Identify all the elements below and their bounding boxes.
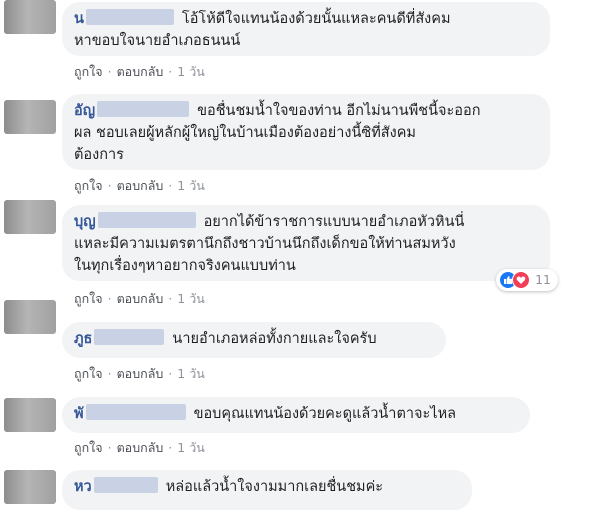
- redacted-name: [93, 477, 158, 493]
- comment-text-line: โอ้โห้ดีใจแทนน้องด้วยนั้นแหละคนดีที่สังค…: [181, 11, 451, 27]
- redacted-name: [97, 101, 190, 117]
- commenter-name[interactable]: บุญ: [74, 214, 96, 230]
- comment-text-line: ขอชื่นชมน้ำใจของท่าน อีกไม่นานพืชนี้จะออ…: [197, 103, 481, 119]
- comment-bubble: บุญ อยากได้ข้าราชการแบบนายอำเภอหัวหินนี่ …: [62, 205, 558, 291]
- comment-bubble: ภูธ นายอำเภอหล่อทั้งกายและใจครับ: [62, 322, 446, 358]
- commenter-name[interactable]: น: [74, 11, 84, 27]
- reply-link[interactable]: ตอบกลับ: [117, 178, 164, 193]
- timestamp[interactable]: 1 วัน: [177, 64, 205, 79]
- comment-text-line: ในทุกเรื่องๆหาอยากจริงคนแบบท่าน: [74, 258, 296, 274]
- separator: ·: [107, 178, 112, 193]
- reply-link[interactable]: ตอบกลับ: [117, 440, 164, 455]
- commenter-name[interactable]: ภูธ: [74, 331, 92, 347]
- like-link[interactable]: ถูกใจ: [74, 440, 103, 455]
- timestamp[interactable]: 1 วัน: [177, 291, 205, 306]
- redacted-name: [97, 212, 196, 228]
- reaction-count: 11: [535, 272, 551, 287]
- commenter-name[interactable]: อัญ: [74, 103, 95, 119]
- commenter-name[interactable]: หว: [74, 479, 92, 495]
- redacted-name: [85, 9, 174, 25]
- comment-text-line: หาขอบใจนายอำเภอธนนน์: [74, 33, 241, 49]
- comment-text-line: แหละมีความเมตรตานึกถึงชาวบ้านนึกถึงเด็กข…: [74, 236, 456, 252]
- comment-actions: ถูกใจ · ตอบกลับ · 1 วัน: [74, 62, 205, 82]
- redacted-name: [85, 404, 186, 420]
- separator: ·: [107, 64, 112, 79]
- comment-text-line: นายอำเภอหล่อทั้งกายและใจครับ: [172, 331, 377, 347]
- comment-actions: ถูกใจ · ตอบกลับ · 1 วัน: [74, 289, 205, 309]
- comments-page: { "comments": [ { "name": "น", "text_lin…: [0, 0, 590, 510]
- comment-text-line: ต้องการ: [74, 147, 124, 163]
- comment-text-line: อยากได้ข้าราชการแบบนายอำเภอหัวหินนี่: [203, 214, 465, 230]
- timestamp[interactable]: 1 วัน: [177, 178, 205, 193]
- comment-actions: ถูกใจ · ตอบกลับ · 1 วัน: [74, 364, 205, 384]
- redacted-name: [94, 329, 165, 345]
- love-icon: [512, 271, 531, 289]
- avatar[interactable]: [4, 470, 56, 504]
- separator: ·: [168, 64, 173, 79]
- comment-text-line: หล่อแล้วน้ำใจงามมากเลยชื่นชมค่ะ: [165, 479, 384, 495]
- reply-link[interactable]: ตอบกลับ: [117, 64, 164, 79]
- separator: ·: [168, 291, 173, 306]
- like-link[interactable]: ถูกใจ: [74, 178, 103, 193]
- comment-bubble: อัญ ขอชื่นชมน้ำใจของท่าน อีกไม่นานพืชนี้จ…: [62, 94, 550, 170]
- avatar[interactable]: [4, 398, 56, 432]
- avatar[interactable]: [4, 0, 56, 34]
- like-link[interactable]: ถูกใจ: [74, 291, 103, 306]
- like-link[interactable]: ถูกใจ: [74, 64, 103, 79]
- like-link[interactable]: ถูกใจ: [74, 366, 103, 381]
- avatar[interactable]: [4, 100, 56, 134]
- comment-text-line: ขอบคุณแทนน้องด้วยคะดูแล้วน้ำตาจะไหล: [193, 406, 457, 422]
- timestamp[interactable]: 1 วัน: [177, 366, 205, 381]
- reply-link[interactable]: ตอบกลับ: [117, 291, 164, 306]
- separator: ·: [168, 366, 173, 381]
- avatar[interactable]: [4, 300, 56, 334]
- separator: ·: [168, 440, 173, 455]
- commenter-name[interactable]: พั: [74, 406, 84, 422]
- comment-actions: ถูกใจ · ตอบกลับ · 1 วัน: [74, 438, 205, 458]
- comment-bubble: พั ขอบคุณแทนน้องด้วยคะดูแล้วน้ำตาจะไหล: [62, 397, 530, 433]
- timestamp[interactable]: 1 วัน: [177, 440, 205, 455]
- comment-actions: ถูกใจ · ตอบกลับ · 1 วัน: [74, 176, 205, 196]
- reply-link[interactable]: ตอบกลับ: [117, 366, 164, 381]
- avatar[interactable]: [4, 200, 56, 234]
- separator: ·: [168, 178, 173, 193]
- separator: ·: [107, 440, 112, 455]
- comment-text-line: ผล ชอบเลยผู้หลักผู้ใหญ่ในบ้านเมืองต้องอย…: [74, 125, 416, 141]
- comment-bubble: หว หล่อแล้วน้ำใจงามมากเลยชื่นชมค่ะ: [62, 470, 472, 510]
- separator: ·: [107, 291, 112, 306]
- reaction-summary[interactable]: 11: [496, 269, 558, 291]
- comment-bubble: น โอ้โห้ดีใจแทนน้องด้วยนั้นแหละคนดีที่สัง…: [62, 2, 550, 56]
- separator: ·: [107, 366, 112, 381]
